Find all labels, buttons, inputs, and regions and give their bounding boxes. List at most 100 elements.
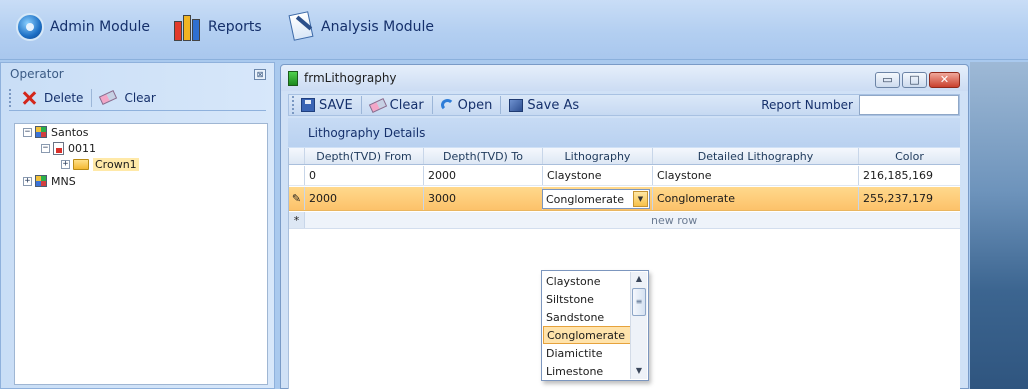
depth-from-cell[interactable]: 0 [305,166,424,185]
tree-node-santos[interactable]: − Santos [23,124,88,140]
expand-icon[interactable]: + [23,176,32,186]
new-row-text: new row [651,213,698,227]
dropdown-option[interactable]: Claystone [543,272,631,290]
depth-to-cell[interactable]: 3000 [424,187,543,210]
admin-gear-icon [14,11,46,43]
column-header[interactable]: Detailed Lithography [653,148,859,164]
tree-node-crown1[interactable]: + Crown1 [61,156,139,172]
grid-header: Depth(TVD) From Depth(TVD) To Lithograph… [289,148,960,165]
dropdown-option[interactable]: Sandstone [543,308,631,326]
field-grid-icon [35,175,47,187]
scroll-down-icon[interactable]: ▼ [631,364,647,378]
delete-button[interactable]: Delete [18,87,87,109]
column-header[interactable]: Depth(TVD) From [305,148,424,164]
depth-from-cell[interactable]: 2000 [305,187,424,210]
tree-node-mns[interactable]: + MNS [23,173,76,189]
minimize-button[interactable]: ▭ [875,72,900,88]
maximize-button[interactable]: □ [902,72,927,88]
delete-x-icon [22,91,36,105]
clear-button[interactable]: Clear [96,87,159,109]
toolbar-grip [292,96,295,114]
collapse-icon[interactable]: − [41,143,50,153]
save-button[interactable]: SAVE [297,94,357,116]
minimize-icon: ▭ [882,73,893,86]
new-row[interactable]: * new row [289,212,960,229]
operator-toolbar: Delete Clear [9,85,266,111]
column-header[interactable]: Depth(TVD) To [424,148,543,164]
tree-node-0011[interactable]: − 0011 [41,140,96,156]
dropdown-option[interactable]: Diamictite [543,344,631,362]
save-label: SAVE [319,97,353,113]
folder-icon [73,158,89,170]
toolbar-separator [91,88,93,107]
close-icon: ✕ [939,73,950,86]
reports-menu[interactable]: Reports [172,10,262,44]
chevron-down-icon[interactable]: ▼ [633,191,648,207]
table-row[interactable]: 0 2000 Claystone Claystone 216,185,169 [289,166,960,186]
new-row-cell: new row [305,212,955,228]
window-toolbar: SAVE Clear Open Save As Report Number [288,94,960,116]
collapse-icon[interactable]: − [23,127,32,137]
dropdown-option[interactable]: Limestone [543,362,631,380]
open-button[interactable]: Open [437,94,497,116]
column-header[interactable]: Lithography [543,148,653,164]
column-header[interactable]: Color [859,148,960,164]
dropdown-option[interactable]: Siltstone [543,290,631,308]
toolbar-separator [431,96,433,114]
detailed-lithography-cell[interactable]: Claystone [653,166,859,185]
clear-button[interactable]: Clear [366,94,428,116]
operator-tree: − Santos − 0011 + Crown1 + MNS [14,123,268,385]
tree-node-label: Santos [51,125,89,139]
operator-panel: Operator ⊠ Delete Clear − Santos − 0011 … [0,62,275,389]
lithography-dropdown-list: Claystone Siltstone Sandstone Conglomera… [541,270,649,381]
report-number-label: Report Number [761,98,853,112]
eraser-icon [99,90,118,105]
lithography-combobox[interactable]: Conglomerate ▼ [542,189,650,209]
close-button[interactable]: ✕ [929,72,960,88]
main-menu-bar: Admin Module Reports Analysis Module [0,0,1028,60]
scroll-up-icon[interactable]: ▲ [631,272,647,286]
window-controls: ▭ □ ✕ [875,72,960,88]
row-indicator [289,166,305,185]
admin-module-menu[interactable]: Admin Module [14,10,150,44]
save-as-label: Save As [527,97,580,113]
color-cell[interactable]: 216,185,169 [859,166,960,185]
delete-label: Delete [44,90,84,105]
row-indicator-header [289,148,305,164]
report-number-input[interactable] [859,95,959,115]
depth-to-cell[interactable]: 2000 [424,166,543,185]
clear-label: Clear [389,97,424,113]
dropdown-scrollbar[interactable]: ▲ ≡ ▼ [630,272,647,379]
new-row-indicator: * [289,212,305,228]
eraser-icon [368,97,387,113]
section-title: Lithography Details [288,118,960,147]
maximize-icon: □ [909,73,920,86]
app-icon [288,70,298,86]
window-titlebar[interactable]: frmLithography ▭ □ ✕ [281,65,968,91]
close-icon[interactable]: ⊠ [254,68,266,80]
desktop-background [970,62,1028,389]
lithography-cell[interactable]: Claystone [543,166,653,185]
tree-node-label: Crown1 [93,157,139,171]
admin-module-label: Admin Module [50,19,150,35]
lithography-window: frmLithography ▭ □ ✕ SAVE Clear Open Sav… [280,64,969,389]
color-cell[interactable]: 255,237,179 [859,187,960,210]
combobox-value: Conglomerate [546,192,624,206]
toolbar-grip [9,88,12,107]
toolbar-separator [500,96,502,114]
reports-label: Reports [208,19,262,35]
save-as-button[interactable]: Save As [505,94,583,116]
well-document-icon [53,141,64,155]
open-arrow-icon [440,99,454,111]
analysis-module-label: Analysis Module [321,19,435,35]
dropdown-option-selected[interactable]: Conglomerate [543,326,631,344]
tree-node-label: MNS [51,174,76,188]
scroll-thumb[interactable]: ≡ [632,288,646,316]
detailed-lithography-cell[interactable]: Conglomerate [653,187,859,210]
open-label: Open [457,97,493,113]
toolbar-separator [360,96,362,114]
analysis-module-menu[interactable]: Analysis Module [285,10,434,44]
tree-node-label: 0011 [68,141,96,155]
window-title: frmLithography [304,71,397,85]
expand-icon[interactable]: + [61,159,70,169]
